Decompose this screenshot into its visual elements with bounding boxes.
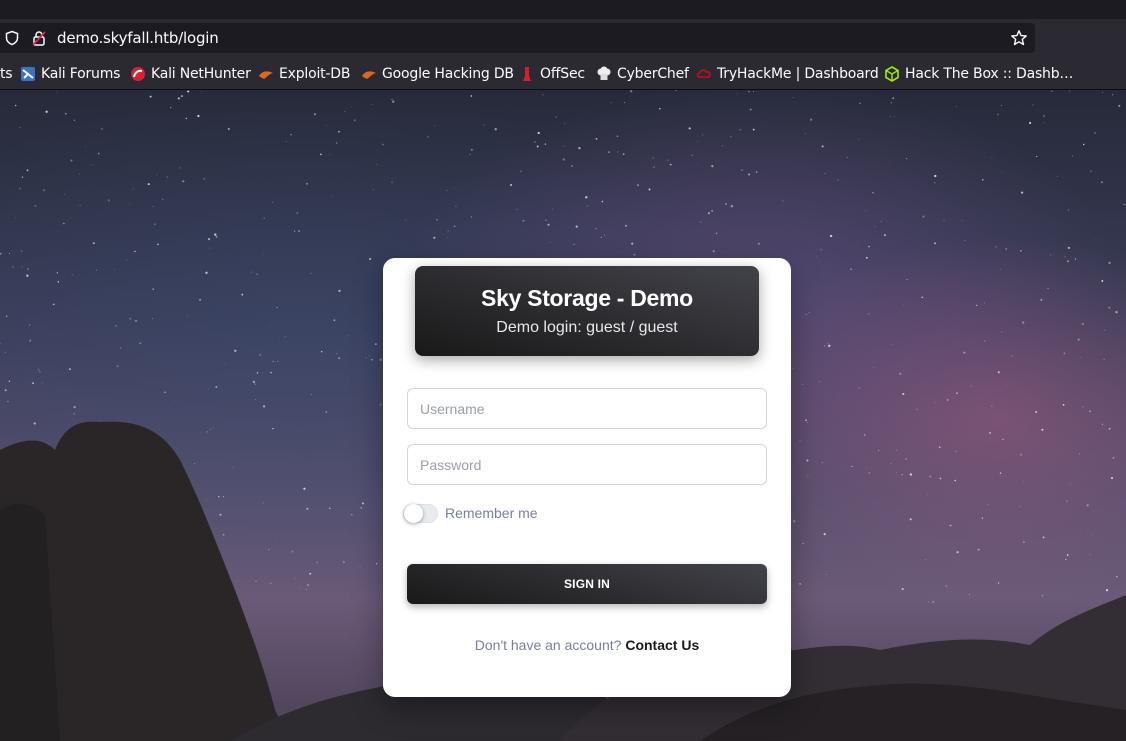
bookmark-label: ts [0, 66, 13, 82]
toggle-knob [404, 503, 423, 523]
page-title: Sky Storage - Demo [481, 285, 693, 311]
bookmark-kali-forums[interactable]: Kali Forums [20, 65, 120, 83]
kali-forums-icon [21, 67, 35, 81]
card-header: Sky Storage - Demo Demo login: guest / g… [415, 266, 759, 356]
browser-navbar: demo.skyfall.htb/login [0, 19, 1126, 57]
bookmark-hackthebox[interactable]: Hack The Box :: Dashb… [884, 65, 1073, 83]
bookmark-google-hacking-db[interactable]: Google Hacking DB [361, 65, 514, 83]
contact-us-link[interactable]: Contact Us [625, 637, 699, 653]
url-text[interactable]: demo.skyfall.htb/login [57, 29, 219, 47]
offsec-icon [523, 67, 531, 81]
page-background: Sky Storage - Demo Demo login: guest / g… [0, 90, 1126, 741]
exploit-db-icon [259, 71, 273, 79]
bookmark-label: Exploit-DB [279, 66, 351, 82]
bookmark-tryhackme[interactable]: TryHackMe | Dashboard [696, 65, 879, 83]
demo-credentials-hint: Demo login: guest / guest [496, 319, 678, 336]
bookmark-exploit-db[interactable]: Exploit-DB [258, 65, 350, 83]
bookmarks-toolbar: ts Kali Forums Kali NetHunter Exploit-DB… [0, 57, 1126, 90]
insecure-lock-icon[interactable] [31, 30, 47, 46]
password-input[interactable] [407, 444, 767, 485]
bookmark-offsec[interactable]: OffSec [519, 65, 585, 83]
bookmark-truncated[interactable]: ts [0, 65, 13, 83]
bookmark-label: CyberChef [617, 66, 689, 82]
ghdb-icon [362, 71, 376, 79]
bookmark-cyberchef[interactable]: CyberChef [596, 65, 689, 83]
cyberchef-icon [597, 66, 611, 80]
signup-prompt: Don't have an account? Contact Us [383, 637, 791, 653]
remember-me-label[interactable]: Remember me [445, 505, 538, 521]
kali-nethunter-icon [131, 67, 145, 81]
bookmark-label: Google Hacking DB [382, 66, 514, 82]
tryhackme-icon [696, 69, 711, 78]
remember-me-row: Remember me [403, 502, 538, 524]
tracking-shield-icon[interactable] [4, 30, 20, 46]
bookmark-label: Hack The Box :: Dashb… [905, 66, 1074, 82]
bookmark-star-icon[interactable] [1010, 29, 1028, 47]
bookmark-kali-nethunter[interactable]: Kali NetHunter [130, 65, 251, 83]
hackthebox-icon [885, 66, 899, 82]
signup-question: Don't have an account? [474, 637, 622, 653]
username-input[interactable] [407, 388, 767, 429]
sign-in-button[interactable]: SIGN IN [407, 564, 767, 604]
login-card: Sky Storage - Demo Demo login: guest / g… [383, 258, 791, 697]
remember-me-toggle[interactable] [403, 503, 438, 523]
browser-tabstrip [0, 0, 1126, 19]
bookmark-label: Kali NetHunter [151, 66, 251, 82]
address-bar[interactable]: demo.skyfall.htb/login [0, 23, 1035, 53]
bookmark-label: Kali Forums [41, 66, 121, 82]
bookmark-label: OffSec [540, 66, 585, 82]
bookmark-label: TryHackMe | Dashboard [717, 66, 879, 82]
